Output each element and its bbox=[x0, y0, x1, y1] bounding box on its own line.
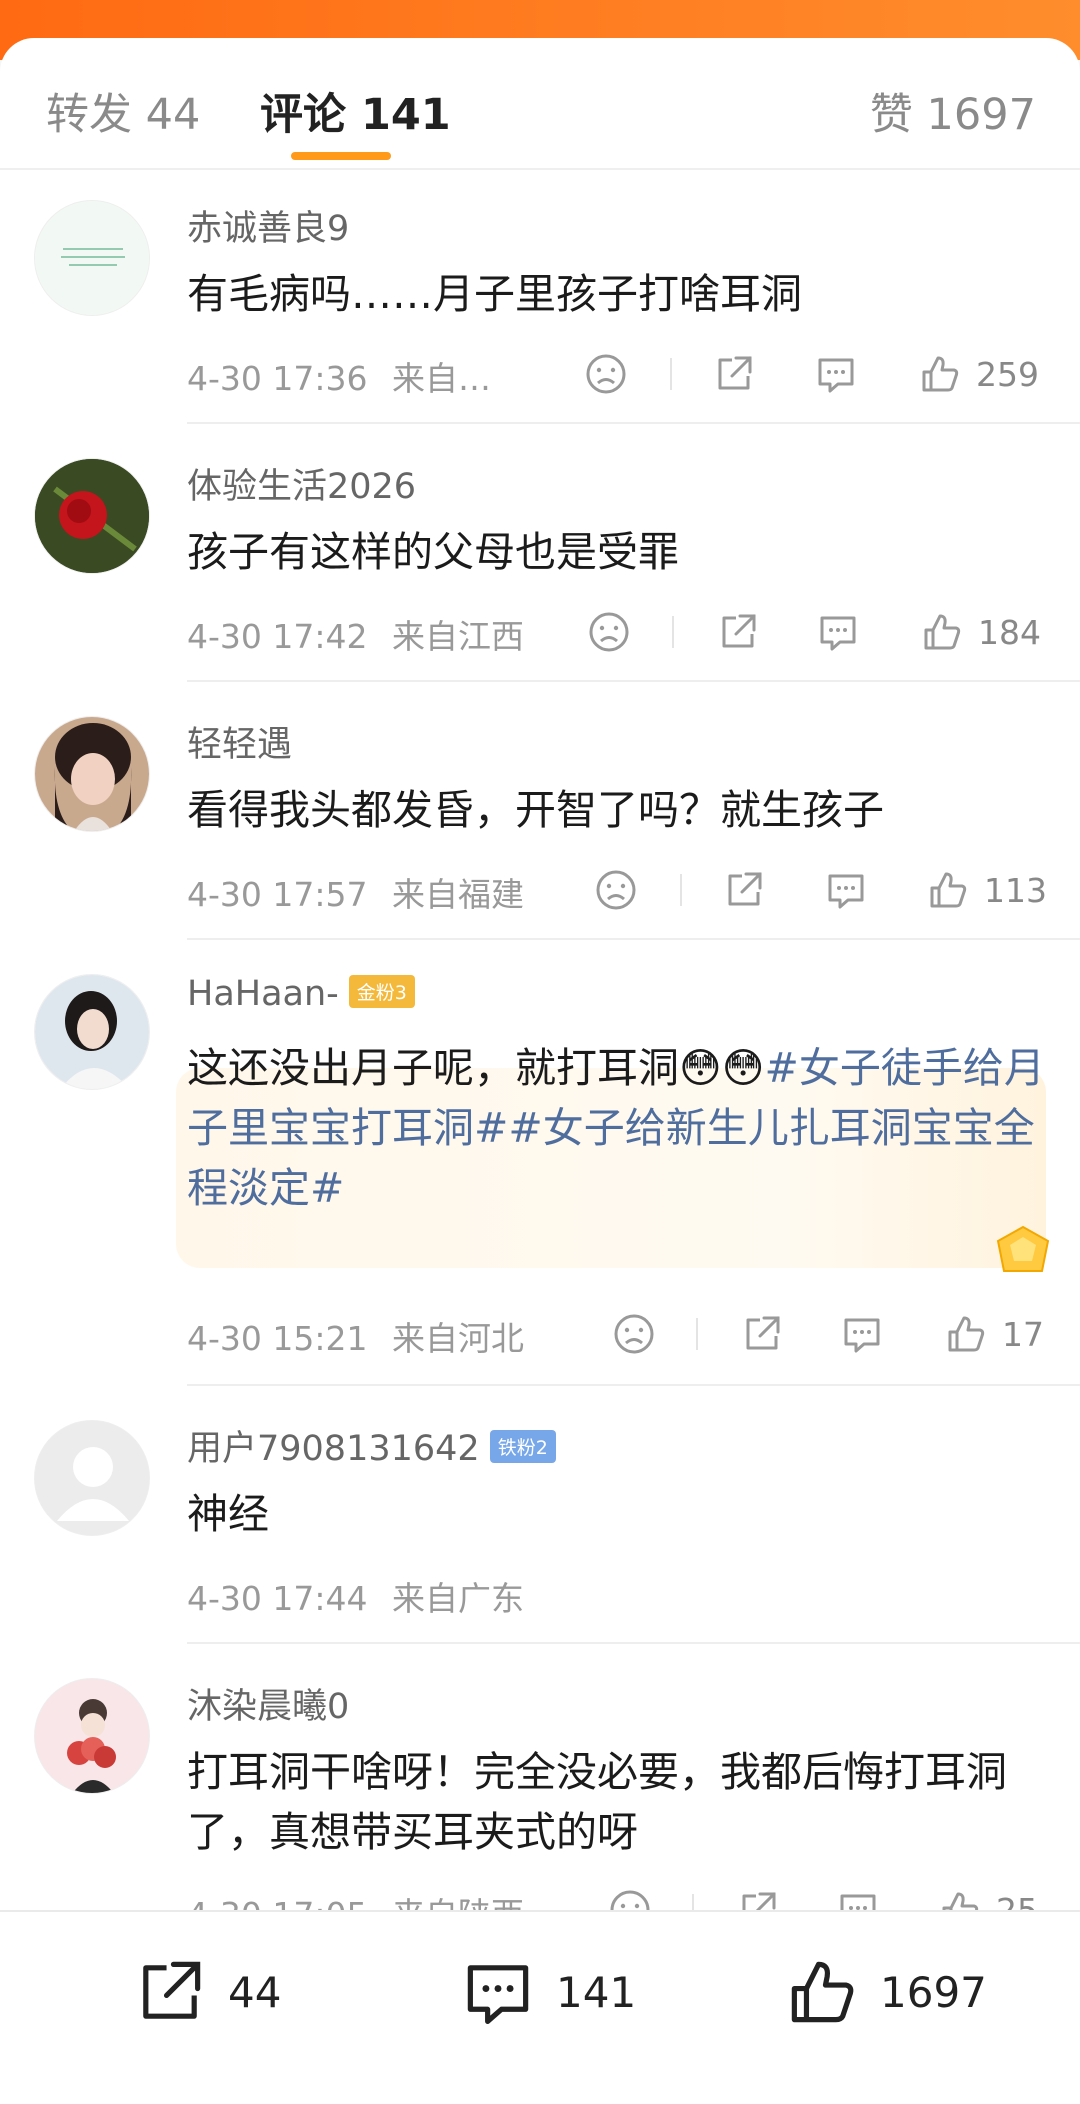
divider bbox=[187, 1384, 1080, 1386]
divider bbox=[187, 938, 1080, 940]
reply-button[interactable] bbox=[840, 1304, 884, 1364]
share-button[interactable] bbox=[740, 1304, 784, 1364]
comment-actions: 184 bbox=[0, 602, 1080, 662]
share-button[interactable] bbox=[712, 344, 756, 404]
comment-icon bbox=[820, 616, 856, 651]
separator bbox=[672, 616, 674, 648]
comment-username[interactable]: HaHaan- 金粉3 bbox=[187, 974, 415, 1014]
dislike-button[interactable] bbox=[594, 860, 638, 920]
comment-username[interactable]: 体验生活2026 bbox=[187, 458, 416, 509]
like-button[interactable]: 113 bbox=[926, 860, 1047, 920]
repost-count: 44 bbox=[228, 1967, 282, 2017]
comment-text: 这还没出月子呢，就打耳洞😳😳#女子徒手给月子里宝宝打耳洞##女子给新生儿扎耳洞宝… bbox=[187, 1038, 1047, 1218]
avatar[interactable] bbox=[34, 716, 150, 832]
share-icon bbox=[746, 1316, 780, 1350]
username-text: HaHaan- bbox=[187, 974, 339, 1014]
separator bbox=[670, 358, 672, 390]
comment-text: 有毛病吗……月子里孩子打啥耳洞 bbox=[187, 270, 802, 318]
tab-like[interactable]: 赞 1697 bbox=[870, 80, 1036, 142]
like-count: 113 bbox=[984, 870, 1047, 910]
dislike-button[interactable] bbox=[612, 1304, 656, 1364]
dislike-button[interactable] bbox=[584, 344, 628, 404]
like-count: 17 bbox=[1002, 1314, 1044, 1354]
like-button[interactable]: 184 bbox=[920, 602, 1041, 662]
like-count: 1697 bbox=[880, 1967, 987, 2017]
repost-button[interactable]: 44 bbox=[132, 1952, 281, 2032]
like-count: 184 bbox=[978, 612, 1041, 652]
thumbs-up-icon bbox=[948, 1316, 985, 1352]
emoji: 😳😳 bbox=[679, 1044, 765, 1092]
comment-icon bbox=[828, 874, 864, 909]
fan-badge[interactable]: 铁粉2 bbox=[489, 1429, 556, 1463]
share-icon bbox=[728, 872, 762, 906]
share-button[interactable] bbox=[722, 860, 766, 920]
tab-bar: 转发 44 评论 141 赞 1697 bbox=[0, 38, 1080, 170]
comment-icon bbox=[844, 1318, 880, 1353]
like-button[interactable]: 1697 bbox=[784, 1952, 987, 2032]
divider bbox=[187, 1642, 1080, 1644]
tab-repost[interactable]: 转发 44 bbox=[46, 80, 200, 142]
comment-text: 孩子有这样的父母也是受罪 bbox=[187, 528, 679, 576]
share-icon bbox=[718, 356, 752, 390]
comment-count: 141 bbox=[556, 1967, 637, 2017]
tab-comment[interactable]: 评论 141 bbox=[260, 80, 451, 142]
sad-face-icon bbox=[596, 870, 636, 910]
sad-face-icon bbox=[589, 612, 629, 652]
gem-icon bbox=[996, 1225, 1050, 1272]
like-count: 259 bbox=[976, 354, 1039, 394]
active-tab-indicator bbox=[291, 152, 391, 160]
like-button[interactable]: 17 bbox=[944, 1304, 1044, 1364]
default-user-icon bbox=[35, 1421, 149, 1535]
avatar[interactable] bbox=[34, 1678, 150, 1794]
avatar[interactable] bbox=[34, 458, 150, 574]
comment-username[interactable]: 用户7908131642 铁粉2 bbox=[187, 1420, 556, 1471]
comment-actions: 17 bbox=[0, 1304, 1080, 1364]
like-button[interactable]: 259 bbox=[918, 344, 1039, 404]
comment-actions: 259 bbox=[0, 344, 1080, 404]
share-button[interactable] bbox=[716, 602, 760, 662]
sad-face-icon bbox=[586, 354, 626, 394]
comment-meta: 4-30 17:44 来自广东 bbox=[187, 1572, 524, 1620]
comment-text: 看得我头都发昏，开智了吗？就生孩子 bbox=[187, 786, 884, 834]
comment-location: 来自广东 bbox=[392, 1579, 524, 1618]
comment-time: 4-30 17:44 bbox=[187, 1579, 368, 1618]
reply-button[interactable] bbox=[816, 602, 860, 662]
comment-icon bbox=[818, 358, 854, 393]
share-icon bbox=[722, 614, 756, 648]
fan-badge[interactable]: 金粉3 bbox=[348, 974, 415, 1008]
divider bbox=[187, 422, 1080, 424]
comment-plain-text: 这还没出月子呢，就打耳洞 bbox=[187, 1044, 679, 1092]
comment-username[interactable]: 轻轻遇 bbox=[187, 716, 292, 767]
comment-text: 神经 bbox=[187, 1490, 269, 1538]
share-icon bbox=[143, 1961, 201, 2019]
separator bbox=[696, 1318, 698, 1350]
sad-face-icon bbox=[614, 1314, 654, 1354]
dislike-button[interactable] bbox=[587, 602, 631, 662]
divider bbox=[187, 680, 1080, 682]
avatar[interactable] bbox=[34, 200, 150, 316]
avatar[interactable] bbox=[34, 974, 150, 1090]
username-text: 用户7908131642 bbox=[187, 1429, 480, 1469]
bottom-action-bar: 44 141 1697 bbox=[0, 1910, 1080, 2070]
avatar[interactable] bbox=[34, 1420, 150, 1536]
reply-button[interactable] bbox=[814, 344, 858, 404]
comment-button[interactable]: 141 bbox=[460, 1952, 636, 2032]
system-nav-bar bbox=[0, 2070, 1080, 2104]
reply-button[interactable] bbox=[824, 860, 868, 920]
thumbs-up-icon bbox=[924, 614, 961, 650]
comment-username[interactable]: 沐染晨曦0 bbox=[187, 1678, 349, 1729]
separator bbox=[680, 874, 682, 906]
thumbs-up-icon bbox=[922, 356, 959, 392]
comments-sheet: 转发 44 评论 141 赞 1697 赤诚善良9 有毛病吗……月子里孩子打啥耳… bbox=[0, 38, 1080, 2104]
comment-text: 打耳洞干啥呀！完全没必要，我都后悔打耳洞了，真想带买耳夹式的呀 bbox=[187, 1748, 1007, 1856]
thumbs-up-icon bbox=[791, 1961, 854, 2023]
thumbs-up-icon bbox=[930, 872, 967, 908]
comment-icon bbox=[467, 1965, 529, 2024]
comment-actions: 113 bbox=[0, 860, 1080, 920]
comment-username[interactable]: 赤诚善良9 bbox=[187, 200, 349, 251]
